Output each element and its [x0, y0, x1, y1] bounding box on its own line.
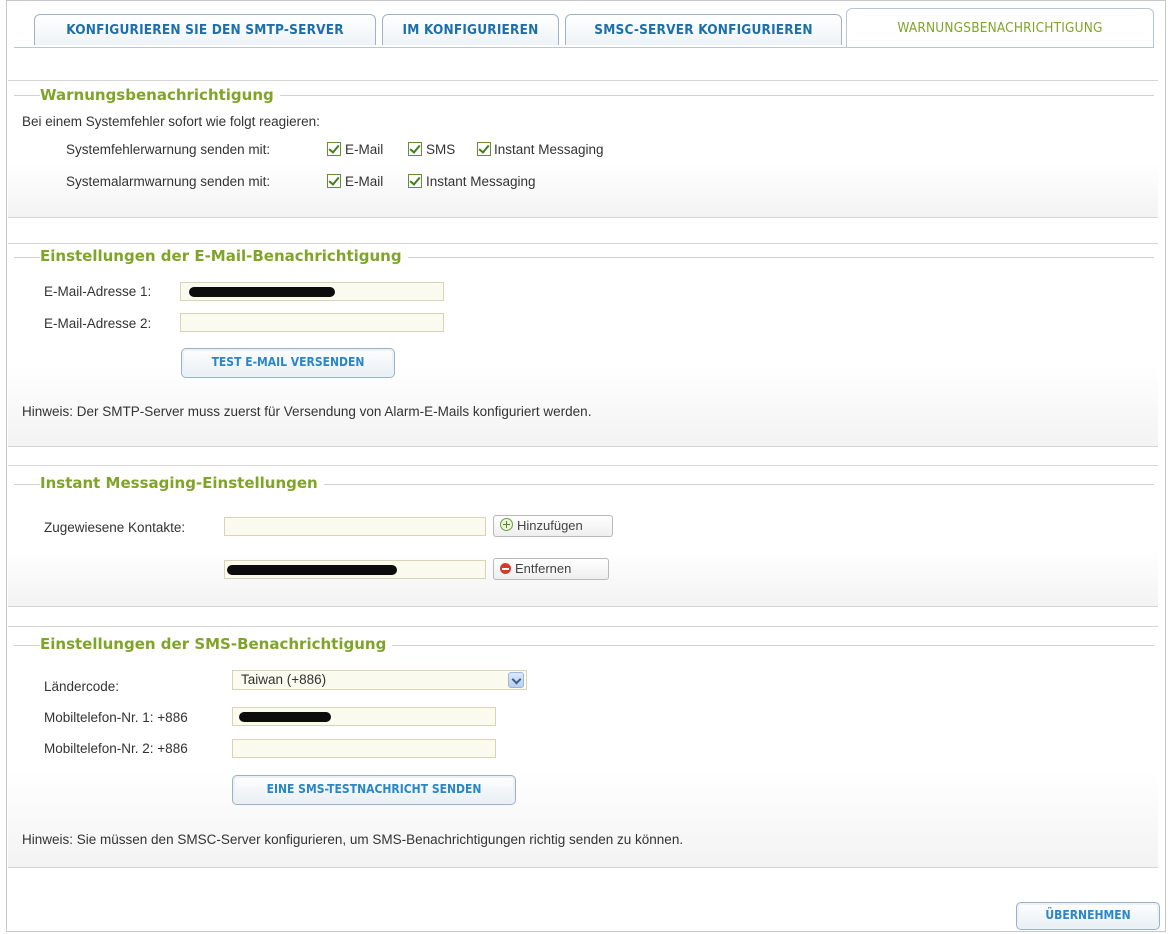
- alert-section-title: Warnungsbenachrichtigung: [40, 86, 280, 104]
- apply-button[interactable]: ÜBERNEHMEN: [1016, 902, 1160, 930]
- redacted-value: [239, 712, 331, 722]
- error-warning-label: Systemfehlerwarnung senden mit:: [66, 142, 271, 157]
- error-sms-checkbox[interactable]: [408, 142, 422, 156]
- phone1-label: Mobiltelefon-Nr. 1: +886: [44, 710, 188, 725]
- email-address2-label: E-Mail-Adresse 2:: [44, 316, 152, 331]
- remove-icon: [500, 563, 511, 574]
- assigned-contact-field[interactable]: [224, 560, 486, 579]
- tab-smsc-server[interactable]: SMSC-SERVER KONFIGURIEREN: [565, 14, 842, 45]
- tab-smtp-server[interactable]: KONFIGURIEREN SIE DEN SMTP-SERVER: [34, 14, 376, 45]
- phone2-label: Mobiltelefon-Nr. 2: +886: [44, 741, 188, 756]
- error-im-label: Instant Messaging: [494, 142, 604, 157]
- test-sms-button[interactable]: EINE SMS-TESTNACHRICHT SENDEN: [232, 775, 516, 805]
- error-email-label: E-Mail: [345, 142, 384, 157]
- alarm-im-label: Instant Messaging: [426, 174, 536, 189]
- im-section-title: Instant Messaging-Einstellungen: [40, 474, 324, 492]
- alarm-im-checkbox[interactable]: [408, 174, 422, 188]
- country-code-select[interactable]: Taiwan (+886): [232, 670, 527, 690]
- email-address1-label: E-Mail-Adresse 1:: [44, 284, 152, 299]
- sms-note: Hinweis: Sie müssen den SMSC-Server konf…: [22, 832, 684, 847]
- email-section-title: Einstellungen der E-Mail-Benachrichtigun…: [40, 247, 408, 265]
- contact-input[interactable]: [224, 517, 486, 536]
- email-address2-input[interactable]: [180, 313, 444, 332]
- tab-im-config[interactable]: IM KONFIGURIEREN: [382, 14, 559, 45]
- redacted-value: [189, 287, 335, 297]
- test-email-button[interactable]: TEST E-MAIL VERSENDEN: [181, 348, 395, 378]
- tab-divider: [14, 47, 1154, 48]
- add-contact-button[interactable]: Hinzufügen: [493, 515, 613, 537]
- alarm-warning-label: Systemalarmwarnung senden mit:: [66, 174, 271, 189]
- email-note: Hinweis: Der SMTP-Server muss zuerst für…: [22, 404, 592, 419]
- remove-contact-label: Entfernen: [515, 561, 572, 576]
- alarm-email-checkbox[interactable]: [327, 174, 341, 188]
- phone2-input[interactable]: [232, 739, 496, 758]
- country-code-label: Ländercode:: [44, 679, 120, 694]
- tab-alert-notification[interactable]: WARNUNGSBENACHRICHTIGUNG: [846, 8, 1154, 47]
- contacts-label: Zugewiesene Kontakte:: [44, 520, 186, 535]
- add-contact-label: Hinzufügen: [517, 518, 583, 533]
- chevron-down-icon[interactable]: [508, 672, 524, 688]
- alert-intro-text: Bei einem Systemfehler sofort wie folgt …: [22, 114, 320, 129]
- country-code-value: Taiwan (+886): [241, 672, 327, 687]
- sms-section-title: Einstellungen der SMS-Benachrichtigung: [40, 635, 393, 653]
- remove-contact-button[interactable]: Entfernen: [493, 558, 609, 580]
- error-im-checkbox[interactable]: [477, 142, 491, 156]
- error-email-checkbox[interactable]: [327, 142, 341, 156]
- add-icon: [500, 518, 513, 531]
- redacted-value: [227, 565, 397, 575]
- alarm-email-label: E-Mail: [345, 174, 384, 189]
- error-sms-label: SMS: [426, 142, 456, 157]
- email-address1-input[interactable]: [180, 282, 444, 301]
- phone1-input[interactable]: [232, 707, 496, 726]
